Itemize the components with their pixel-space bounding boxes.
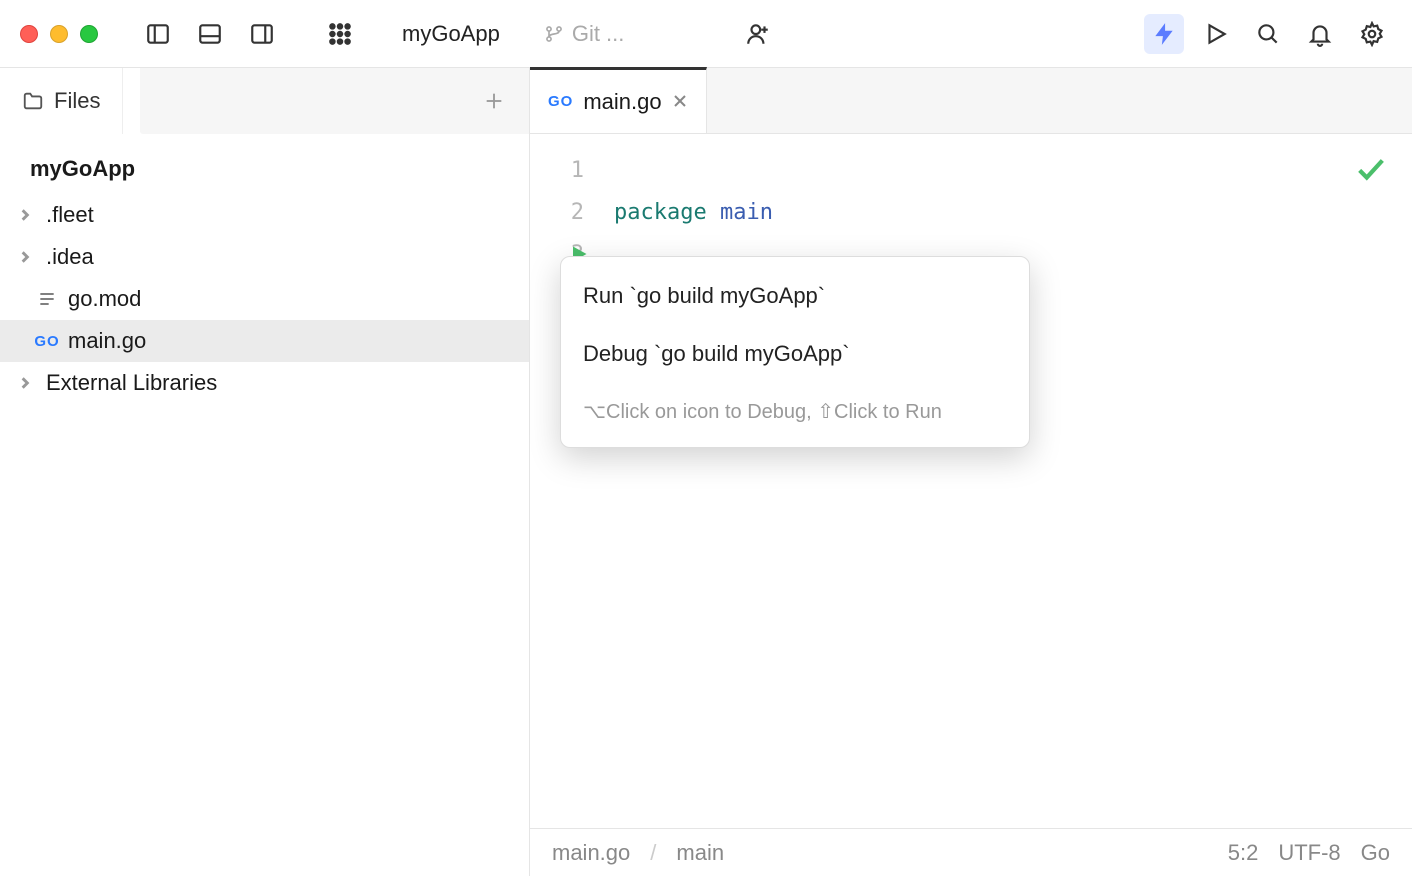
go-file-icon: GO bbox=[548, 93, 573, 110]
code-editor[interactable]: 1 2 3 package main func main() { Run `go… bbox=[530, 134, 1412, 828]
close-window-button[interactable] bbox=[20, 25, 38, 43]
editor-tabs: GO main.go bbox=[530, 68, 1412, 134]
files-tab[interactable]: Files bbox=[0, 68, 123, 134]
search-button[interactable] bbox=[1248, 14, 1288, 54]
smart-mode-button[interactable] bbox=[1144, 14, 1184, 54]
app-menu-button[interactable] bbox=[320, 14, 360, 54]
titlebar: myGoApp Git ... bbox=[0, 0, 1412, 68]
line-number: 1 bbox=[530, 150, 596, 192]
toggle-left-panel-button[interactable] bbox=[138, 14, 178, 54]
window-controls bbox=[20, 25, 98, 43]
project-root[interactable]: myGoApp bbox=[0, 148, 529, 194]
editor-pane: GO main.go 1 2 3 package main func main(… bbox=[530, 68, 1412, 876]
popup-run-action[interactable]: Run `go build myGoApp` bbox=[561, 267, 1029, 325]
folder-icon bbox=[22, 90, 44, 112]
tab-maingo[interactable]: GO main.go bbox=[530, 67, 707, 133]
notifications-button[interactable] bbox=[1300, 14, 1340, 54]
run-popup: Run `go build myGoApp` Debug `go build m… bbox=[560, 256, 1030, 448]
add-collaborator-button[interactable] bbox=[738, 14, 778, 54]
tree-item-label: .idea bbox=[46, 244, 94, 270]
zoom-window-button[interactable] bbox=[80, 25, 98, 43]
tree-item-label: .fleet bbox=[46, 202, 94, 228]
ident-main: main bbox=[720, 200, 773, 225]
new-file-button[interactable] bbox=[477, 84, 511, 118]
tree-item-label: External Libraries bbox=[46, 370, 217, 396]
breadcrumb-symbol[interactable]: main bbox=[676, 840, 724, 866]
tree-file-gomod[interactable]: go.mod bbox=[0, 278, 529, 320]
sidebar-header: Files bbox=[0, 68, 529, 134]
run-button[interactable] bbox=[1196, 14, 1236, 54]
file-tree: myGoApp .fleet .idea go.mod GO main.go bbox=[0, 134, 529, 404]
popup-debug-action[interactable]: Debug `go build myGoApp` bbox=[561, 325, 1029, 383]
tree-item-label: main.go bbox=[68, 328, 146, 354]
settings-button[interactable] bbox=[1352, 14, 1392, 54]
sidebar: Files myGoApp .fleet .idea go.mod bbox=[0, 68, 530, 876]
project-name[interactable]: myGoApp bbox=[402, 21, 500, 47]
cursor-position[interactable]: 5:2 bbox=[1228, 840, 1259, 866]
toggle-bottom-panel-button[interactable] bbox=[190, 14, 230, 54]
inspection-ok-icon[interactable] bbox=[1354, 152, 1388, 201]
files-tab-label: Files bbox=[54, 88, 100, 114]
statusbar: main.go / main 5:2 UTF-8 Go bbox=[530, 828, 1412, 876]
git-branch-button[interactable]: Git ... bbox=[544, 21, 625, 47]
tree-folder-external-libraries[interactable]: External Libraries bbox=[0, 362, 529, 404]
file-lines-icon bbox=[36, 288, 58, 310]
go-file-icon: GO bbox=[36, 330, 58, 352]
tab-filename: main.go bbox=[583, 89, 661, 115]
chevron-right-icon bbox=[18, 370, 36, 396]
git-branch-label: Git ... bbox=[572, 21, 625, 47]
popup-hint: ⌥Click on icon to Debug, ⇧Click to Run bbox=[561, 383, 1029, 435]
chevron-right-icon bbox=[18, 202, 36, 228]
file-language[interactable]: Go bbox=[1361, 840, 1390, 866]
file-encoding[interactable]: UTF-8 bbox=[1278, 840, 1340, 866]
tree-folder-fleet[interactable]: .fleet bbox=[0, 194, 529, 236]
minimize-window-button[interactable] bbox=[50, 25, 68, 43]
line-number: 2 bbox=[530, 192, 596, 234]
tree-folder-idea[interactable]: .idea bbox=[0, 236, 529, 278]
tree-file-maingo[interactable]: GO main.go bbox=[0, 320, 529, 362]
kw-package: package bbox=[614, 200, 707, 225]
toggle-right-panel-button[interactable] bbox=[242, 14, 282, 54]
breadcrumb-file[interactable]: main.go bbox=[552, 840, 630, 866]
close-tab-button[interactable] bbox=[672, 89, 688, 115]
tree-item-label: go.mod bbox=[68, 286, 141, 312]
chevron-right-icon bbox=[18, 244, 36, 270]
breadcrumb-sep: / bbox=[650, 840, 656, 866]
